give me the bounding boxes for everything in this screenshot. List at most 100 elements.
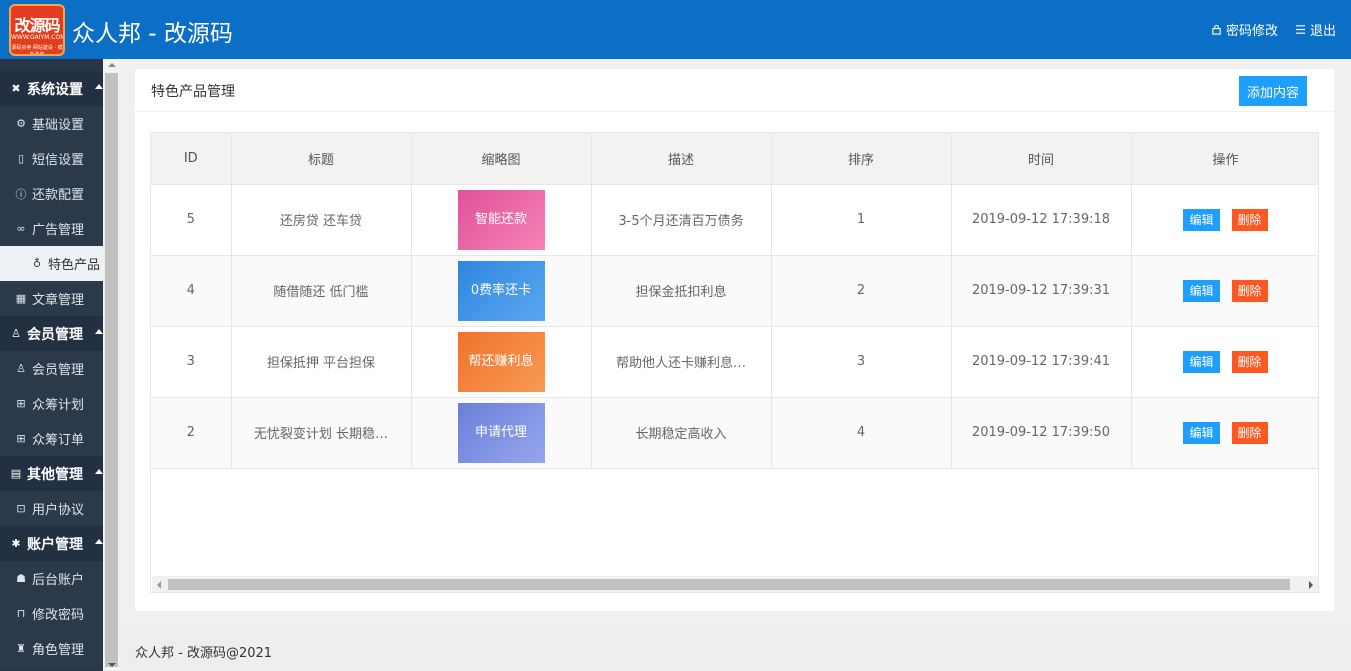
delete-button[interactable]: 删除 (1231, 421, 1268, 444)
apps-icon: ⊞ (16, 397, 26, 410)
chevron-up-icon (95, 469, 103, 474)
sidebar-item-crowdfunding-plan[interactable]: ⊞ 众筹计划 (0, 386, 103, 421)
cell-title: 无忧裂变计划 长期稳… (231, 397, 412, 469)
sidebar-group-label: 会员管理 (27, 326, 83, 343)
cell-thumbnail: 帮还赚利息 (411, 326, 592, 398)
col-header-description: 描述 (591, 133, 772, 185)
cell-time: 2019-09-12 17:39:18 (951, 184, 1132, 256)
sidebar-item-ads[interactable]: ∞ 广告管理 (0, 211, 103, 246)
sidebar-item-user-agreement[interactable]: ⊡ 用户协议 (0, 491, 103, 526)
scrollbar-thumb[interactable] (168, 579, 1290, 590)
group-icon: ☗ (16, 572, 26, 585)
cell-sort: 4 (771, 397, 952, 469)
scroll-up-arrow-icon[interactable] (108, 63, 116, 67)
logo-text: 改源码 (14, 16, 60, 35)
logo: 改源码 WWW.GAIYM.COM 源码买卖 网站建设 · 模板改装 (9, 4, 65, 56)
cell-sort: 1 (771, 184, 952, 256)
sidebar: ✖ 系统设置 ⚙ 基础设置 ▯ 短信设置 ⓘ 还款配置 ∞ 广告管理 ♁ 特色产… (0, 59, 103, 671)
chevron-up-icon (95, 84, 103, 89)
thumbnail-image[interactable]: 智能还款 (457, 189, 545, 250)
sidebar-item-articles[interactable]: ▦ 文章管理 (0, 281, 103, 316)
user-icon: ♙ (16, 362, 26, 375)
sidebar-group-system[interactable]: ✖ 系统设置 (0, 71, 103, 106)
sidebar-group-members[interactable]: ♙ 会员管理 (0, 316, 103, 351)
sidebar-item-roles[interactable]: ♜ 角色管理 (0, 631, 103, 666)
sidebar-item-label: 还款配置 (32, 188, 85, 203)
sidebar-item-basic-settings[interactable]: ⚙ 基础设置 (0, 106, 103, 141)
lock-icon (1212, 24, 1221, 35)
col-header-sort: 排序 (771, 133, 952, 185)
cell-actions: 编辑 删除 (1131, 255, 1318, 327)
add-content-button[interactable]: 添加内容 (1239, 76, 1307, 106)
divider (135, 111, 1334, 112)
chevron-up-icon (95, 329, 103, 334)
sidebar-item-label: 短信设置 (32, 153, 85, 168)
app-title: 众人邦 - 改源码 (72, 21, 233, 47)
logout-link[interactable]: 退出 (1295, 20, 1336, 39)
logo-subtext-2: 源码买卖 网站建设 · 模板改装 (11, 45, 63, 56)
thumbnail-image[interactable]: 申请代理 (457, 402, 545, 463)
top-header: 改源码 WWW.GAIYM.COM 源码买卖 网站建设 · 模板改装 众人邦 -… (0, 0, 1351, 59)
lock-icon: ⊓ (16, 607, 26, 620)
scroll-down-arrow-icon[interactable] (108, 663, 116, 667)
cell-description: 长期稳定高收入 (591, 397, 772, 469)
sidebar-item-member-management[interactable]: ♙ 会员管理 (0, 351, 103, 386)
sidebar-item-featured-products[interactable]: ♁ 特色产品 (0, 246, 103, 281)
sidebar-item-crowdfunding-orders[interactable]: ⊞ 众筹订单 (0, 421, 103, 456)
cell-sort: 3 (771, 326, 952, 398)
sidebar-item-admin-accounts[interactable]: ☗ 后台账户 (0, 561, 103, 596)
sidebar-item-sms-settings[interactable]: ▯ 短信设置 (0, 141, 103, 176)
cell-sort: 2 (771, 255, 952, 327)
gear-icon: ✱ (11, 537, 21, 550)
cell-actions: 编辑 删除 (1131, 397, 1318, 469)
table-row: 4 随借随还 低门槛 0费率还卡 担保金抵扣利息 2 2019-09-12 17… (151, 255, 1318, 327)
edit-button[interactable]: 编辑 (1183, 350, 1220, 373)
change-password-label: 密码修改 (1226, 24, 1279, 39)
sidebar-group-other[interactable]: ▤ 其他管理 (0, 456, 103, 491)
table-row: 3 担保抵押 平台担保 帮还赚利息 帮助他人还卡赚利息… 3 2019-09-1… (151, 326, 1318, 398)
tools-icon: ✖ (11, 82, 21, 95)
edit-button[interactable]: 编辑 (1183, 208, 1220, 231)
table-row: 2 无忧裂变计划 长期稳… 申请代理 长期稳定高收入 4 2019-09-12 … (151, 397, 1318, 469)
scrollbar-thumb[interactable] (105, 73, 118, 667)
sidebar-item-change-password[interactable]: ⊓ 修改密码 (0, 596, 103, 631)
chevron-up-icon (95, 539, 103, 544)
delete-button[interactable]: 删除 (1231, 279, 1268, 302)
cell-id: 3 (151, 326, 232, 398)
delete-button[interactable]: 删除 (1231, 208, 1268, 231)
sidebar-group-accounts[interactable]: ✱ 账户管理 (0, 526, 103, 561)
edit-button[interactable]: 编辑 (1183, 279, 1220, 302)
cell-description: 帮助他人还卡赚利息… (591, 326, 772, 398)
cell-title: 还房贷 还车贷 (231, 184, 412, 256)
col-header-thumbnail: 缩略图 (411, 133, 592, 185)
col-header-title: 标题 (231, 133, 412, 185)
cell-title: 随借随还 低门槛 (231, 255, 412, 327)
col-header-id: ID (151, 133, 232, 185)
delete-button[interactable]: 删除 (1231, 350, 1268, 373)
cell-title: 担保抵押 平台担保 (231, 326, 412, 398)
sidebar-item-label: 会员管理 (32, 363, 85, 378)
cell-thumbnail: 申请代理 (411, 397, 592, 469)
cell-description: 3-5个月还清百万债务 (591, 184, 772, 256)
scroll-left-arrow-icon[interactable] (157, 581, 161, 589)
edit-button[interactable]: 编辑 (1183, 421, 1220, 444)
sidebar-item-label: 后台账户 (32, 573, 85, 588)
change-password-link[interactable]: 密码修改 (1211, 20, 1278, 39)
sidebar-item-label: 广告管理 (32, 223, 85, 238)
cell-actions: 编辑 删除 (1131, 326, 1318, 398)
doc-icon: ▤ (10, 467, 22, 480)
sidebar-item-repayment-config[interactable]: ⓘ 还款配置 (0, 176, 103, 211)
thumbnail-image[interactable]: 帮还赚利息 (457, 331, 545, 392)
col-header-actions: 操作 (1131, 133, 1318, 185)
users-icon: ♙ (11, 327, 21, 340)
scroll-right-arrow-icon[interactable] (1309, 581, 1313, 589)
grid-icon: ▦ (15, 292, 27, 305)
sidebar-item-label: 特色产品 (48, 258, 101, 273)
cell-description: 担保金抵扣利息 (591, 255, 772, 327)
thumbnail-image[interactable]: 0费率还卡 (457, 260, 545, 321)
bell-icon: ♁ (32, 257, 42, 270)
content-panel: 特色产品管理 添加内容 ID 标题 缩略图 描述 排序 时间 操作 5 还房贷 … (135, 69, 1334, 611)
horizontal-scrollbar[interactable] (152, 576, 1318, 592)
table-header-row: ID 标题 缩略图 描述 排序 时间 操作 (151, 133, 1318, 185)
sidebar-scrollbar[interactable] (103, 59, 120, 671)
